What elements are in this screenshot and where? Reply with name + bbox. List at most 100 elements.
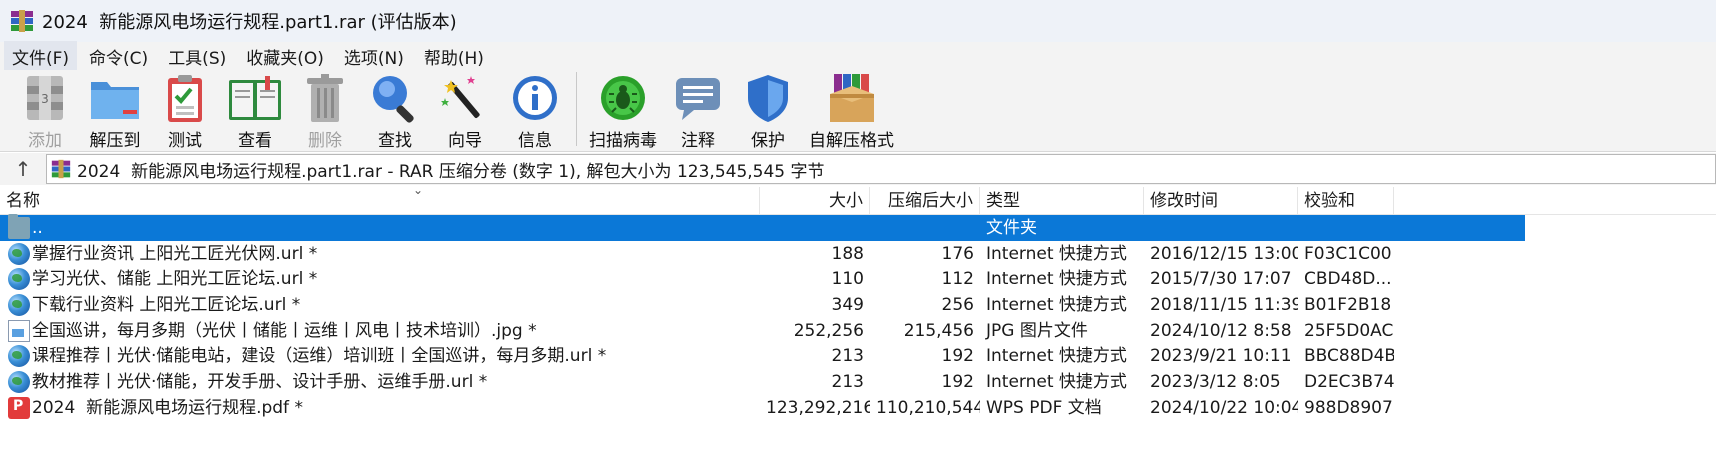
file-type: Internet 快捷方式 [986,243,1127,264]
trash-icon [297,72,353,124]
delete-button-label: 删除 [308,131,342,151]
file-name: 全国巡讲，每月多期（光伏丨储能丨运维丨风电丨技术培训）.jpg * [32,320,537,341]
test-button-label: 测试 [168,131,202,151]
info-button-label: 信息 [518,131,552,151]
address-bar: ↑ 2024 新能源风电场运行规程.part1.rar - RAR 压缩分卷 (… [0,153,1716,185]
menu-tools[interactable]: 工具(S) [160,41,234,72]
file-size: 188 [831,243,864,264]
wizard-button[interactable]: 向导 [432,70,498,153]
file-size: 349 [831,295,864,316]
toolbar: 3 添加 解压到 测试 查看 删除 查找 向导 信息 扫描病毒 注释 保护 自解… [0,70,1716,152]
file-name: 掌握行业资讯 上阳光工匠光伏网.url * [32,243,318,264]
archive-icon [51,159,71,179]
title-bar: 2024 新能源风电场运行规程.part1.rar (评估版本) [0,0,1716,42]
file-modified [1144,215,1298,241]
file-row[interactable]: 课程推荐丨光伏·储能电站，建设（运维）培训班丨全国巡讲，每月多期.url * 2… [0,343,1716,369]
file-modified: 2015/7/30 17:07 [1150,269,1292,290]
view-button[interactable]: 查看 [222,70,288,153]
file-type: Internet 快捷方式 [986,346,1127,367]
file-crc: 988D8907 [1304,397,1393,418]
menu-commands[interactable]: 命令(C) [81,41,156,72]
file-packed: 112 [941,269,974,290]
add-archive-icon: 3 [17,72,73,124]
file-modified: 2023/3/12 8:05 [1150,372,1281,393]
file-row-parent-folder[interactable]: .. 文件夹 [0,214,1716,241]
file-size: 213 [831,372,864,393]
file-row[interactable]: 掌握行业资讯 上阳光工匠光伏网.url * 188 176 Internet 快… [0,241,1716,267]
file-size: 123,292,216 [766,397,870,418]
info-button[interactable]: 信息 [502,70,568,153]
magnifier-icon [367,72,423,124]
file-type: 文件夹 [986,218,1037,238]
column-crc[interactable]: 校验和 [1298,187,1394,215]
file-packed: 215,456 [903,320,974,341]
window-title: 2024 新能源风电场运行规程.part1.rar (评估版本) [42,12,457,33]
add-button[interactable]: 3 添加 [12,70,78,153]
up-arrow-icon[interactable]: ↑ [0,153,46,185]
file-packed: 192 [941,346,974,367]
file-packed: 110,210,544 [876,397,980,418]
comment-button[interactable]: 注释 [665,70,731,153]
wizard-button-label: 向导 [448,131,482,151]
file-modified: 2024/10/12 8:58 [1150,320,1292,341]
file-list-header: ⌄ 名称 大小 压缩后大小 类型 修改时间 校验和 [0,183,1716,215]
file-crc: D2EC3B74 [1304,372,1394,393]
file-name: .. [32,218,43,238]
menu-help[interactable]: 帮助(H) [416,41,492,72]
menu-file[interactable]: 文件(F) [4,40,78,72]
file-name: 2024 新能源风电场运行规程.pdf * [32,397,303,418]
file-name: 学习光伏、储能 上阳光工匠论坛.url * [32,269,318,290]
file-row[interactable]: 学习光伏、储能 上阳光工匠论坛.url * 110 112 Internet 快… [0,266,1716,292]
file-row[interactable]: 下载行业资料 上阳光工匠论坛.url * 349 256 Internet 快捷… [0,292,1716,318]
file-crc: F03C1C00 [1304,243,1392,264]
column-type[interactable]: 类型 [980,187,1144,215]
file-size [760,215,870,241]
shield-icon [740,72,796,124]
column-packed[interactable]: 压缩后大小 [870,187,980,215]
file-name: 下载行业资料 上阳光工匠论坛.url * [32,295,301,316]
sfx-button[interactable]: 自解压格式 [805,70,898,153]
menu-favorites[interactable]: 收藏夹(O) [238,41,332,72]
menu-bar: 文件(F) 命令(C) 工具(S) 收藏夹(O) 选项(N) 帮助(H) [0,40,1716,72]
virus-scan-button[interactable]: 扫描病毒 [585,70,661,153]
file-crc: CBD48D... [1304,269,1392,290]
test-clipboard-icon [157,72,213,124]
file-row[interactable]: 2024 新能源风电场运行规程.pdf * 123,292,216 110,21… [0,395,1716,421]
menu-options[interactable]: 选项(N) [336,41,412,72]
column-name[interactable]: 名称 [0,187,760,215]
file-crc: 25F5D0AC [1304,320,1394,341]
comment-icon [670,72,726,124]
winrar-app-icon [10,9,34,33]
column-size[interactable]: 大小 [760,187,870,215]
extract-to-button[interactable]: 解压到 [82,70,148,153]
view-button-label: 查看 [238,131,272,151]
file-packed: 192 [941,372,974,393]
file-row[interactable]: 全国巡讲，每月多期（光伏丨储能丨运维丨风电丨技术培训）.jpg * 252,25… [0,318,1716,344]
file-crc: B01F2B18 [1304,295,1392,316]
file-modified: 2016/12/15 13:00 [1150,243,1298,264]
delete-button[interactable]: 删除 [292,70,358,153]
sfx-button-label: 自解压格式 [809,131,894,151]
info-icon [507,72,563,124]
test-button[interactable]: 测试 [152,70,218,153]
comment-button-label: 注释 [681,131,715,151]
file-type: JPG 图片文件 [986,320,1088,341]
column-modified[interactable]: 修改时间 [1144,187,1298,215]
find-button[interactable]: 查找 [362,70,428,153]
file-modified: 2018/11/15 11:39 [1150,295,1298,316]
file-size: 110 [831,269,864,290]
file-row[interactable]: 教材推荐丨光伏·储能，开发手册、设计手册、运维手册.url * 213 192 … [0,369,1716,395]
file-type: Internet 快捷方式 [986,269,1127,290]
file-modified: 2023/9/21 10:11 [1150,346,1292,367]
file-type: WPS PDF 文档 [986,397,1102,418]
file-crc: BBC88D4B [1304,346,1394,367]
extract-folder-icon [87,72,143,124]
extract-to-button-label: 解压到 [89,131,141,151]
wizard-wand-icon [437,72,493,124]
virus-scan-button-label: 扫描病毒 [589,131,657,151]
file-packed [870,215,980,241]
toolbar-separator [576,72,577,146]
archive-path-field[interactable]: 2024 新能源风电场运行规程.part1.rar - RAR 压缩分卷 (数字… [46,154,1716,184]
file-crc [1298,215,1394,241]
protect-button[interactable]: 保护 [735,70,801,153]
